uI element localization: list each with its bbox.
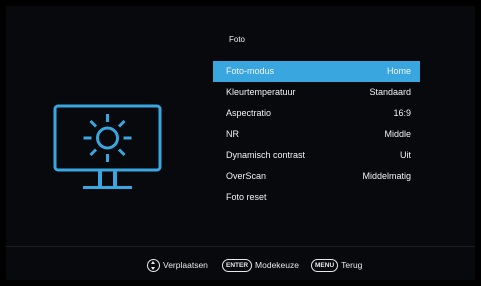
menu-item-overscan[interactable]: OverScan Middelmatig (213, 166, 420, 187)
menu-key-icon: MENU (311, 258, 339, 272)
menu-item-value: Uit (400, 150, 411, 160)
menu-item-value: Middelmatig (362, 171, 411, 181)
menu-item-foto-reset[interactable]: Foto reset (213, 187, 420, 208)
hint-enter-label: Modekeuze (255, 260, 299, 270)
menu-item-dynamisch-contrast[interactable]: Dynamisch contrast Uit (213, 145, 420, 166)
menu-item-nr[interactable]: NR Middle (213, 124, 420, 145)
hint-menu-label: Terug (341, 260, 363, 270)
hint-enter: ENTER Modekeuze (222, 258, 299, 272)
hint-menu: MENU Terug (311, 258, 362, 272)
hint-move: Verplaatsen (147, 258, 208, 272)
menu-item-label: Foto-modus (226, 66, 275, 76)
menu-item-kleurtemperatuur[interactable]: Kleurtemperatuur Standaard (213, 82, 420, 103)
menu-item-aspectratio[interactable]: Aspectratio 16:9 (213, 103, 420, 124)
enter-key-icon: ENTER (222, 258, 253, 272)
menu-item-value: Middle (384, 129, 411, 139)
menu-item-value: Home (386, 66, 411, 76)
menu-item-value: Standaard (369, 87, 411, 97)
menu-item-label: OverScan (226, 171, 267, 181)
picture-settings-menu: Foto-modus Home Kleurtemperatuur Standaa… (213, 61, 420, 208)
menu-item-label: NR (226, 129, 239, 139)
hint-move-label: Verplaatsen (163, 260, 208, 270)
monitor-brightness-icon (53, 104, 162, 189)
page-title: Foto (229, 35, 246, 44)
footer-divider (6, 246, 475, 247)
menu-item-label: Foto reset (226, 192, 267, 202)
tv-osd-screen: Foto Foto-modus Home Kleurtemperatuur St… (0, 0, 481, 286)
menu-item-foto-modus[interactable]: Foto-modus Home (213, 61, 420, 82)
navigate-up-down-icon (147, 258, 160, 272)
menu-item-label: Dynamisch contrast (226, 150, 306, 160)
key-hints-bar: Verplaatsen ENTER Modekeuze MENU Terug (0, 258, 481, 272)
menu-item-value: 16:9 (393, 108, 411, 118)
menu-item-label: Aspectratio (226, 108, 272, 118)
menu-item-label: Kleurtemperatuur (226, 87, 296, 97)
